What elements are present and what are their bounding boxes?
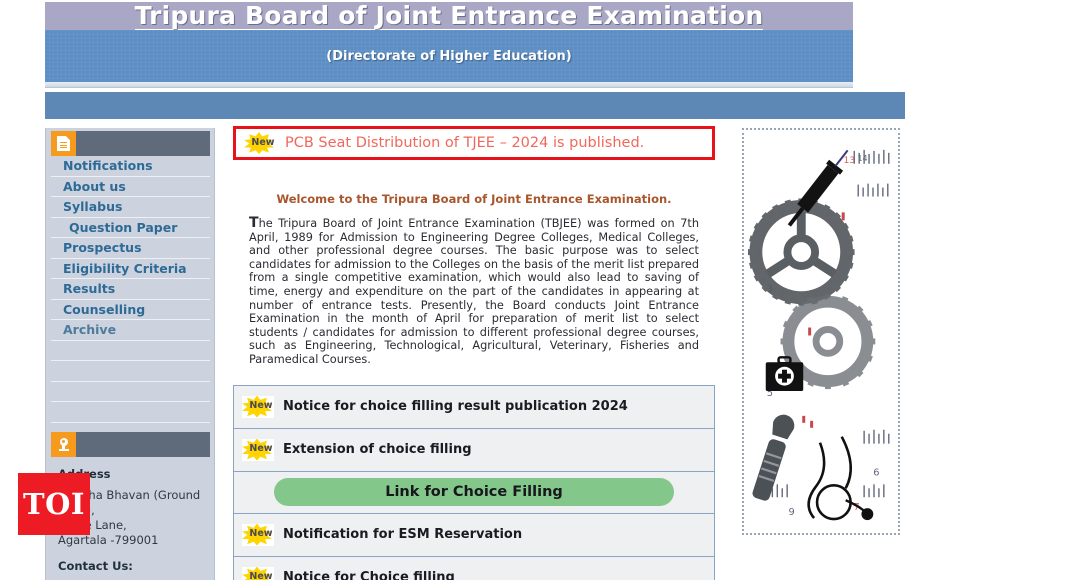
page-right-margin xyxy=(905,0,1069,580)
intro-paragraph-text: he Tripura Board of Joint Entrance Exami… xyxy=(249,217,699,366)
notice-label: Notice for Choice filling xyxy=(283,570,455,580)
sidebar-item-archive[interactable]: Archive xyxy=(51,320,210,341)
announcement-text: PCB Seat Distribution of TJEE – 2024 is … xyxy=(285,135,645,151)
site-header-subtitle-band: (Directorate of Higher Education) xyxy=(45,30,853,82)
page-title: Tripura Board of Joint Entrance Examinat… xyxy=(134,0,764,31)
sidebar-item-about-us[interactable]: About us xyxy=(51,177,210,197)
announcement-banner[interactable]: New PCB Seat Distribution of TJEE – 2024… xyxy=(233,126,715,160)
page-root: Tripura Board of Joint Entrance Examinat… xyxy=(0,0,1069,580)
new-star-icon: New xyxy=(242,395,274,418)
notice-label: Extension of choice filling xyxy=(283,442,472,458)
sidebar-section-header-links xyxy=(51,131,210,156)
sidebar-item-empty xyxy=(51,382,210,402)
notice-list: New Notice for choice filling result pub… xyxy=(233,384,715,580)
svg-text:13: 13 xyxy=(844,156,855,166)
new-badge-label: New xyxy=(249,443,273,455)
notice-row[interactable]: New Extension of choice filling xyxy=(234,428,714,472)
new-star-icon: New xyxy=(242,523,274,546)
sidebar-section-header-address xyxy=(51,431,210,457)
new-badge-label: New xyxy=(249,528,273,540)
sidebar-image-panel: 13 14 3 5 6 7 9 xyxy=(742,128,900,535)
new-badge-label: New xyxy=(251,136,275,148)
sidebar-item-empty xyxy=(51,361,210,382)
intro-dropcap: T xyxy=(249,215,259,231)
new-star-icon: New xyxy=(242,566,274,580)
notice-row[interactable]: New Notice for choice filling result pub… xyxy=(234,385,714,429)
sidebar-item-counselling[interactable]: Counselling xyxy=(51,300,210,320)
notice-row-button: Link for Choice Filling xyxy=(234,471,714,514)
sidebar-item-notifications[interactable]: Notifications xyxy=(51,156,210,177)
sidebar-item-prospectus[interactable]: Prospectus xyxy=(51,238,210,259)
new-badge-label: New xyxy=(249,400,273,412)
intro-paragraph: The Tripura Board of Joint Entrance Exam… xyxy=(249,215,699,367)
link-for-choice-filling-button[interactable]: Link for Choice Filling xyxy=(274,478,674,507)
svg-text:9: 9 xyxy=(788,507,794,518)
contact-heading: Contact Us: xyxy=(58,558,133,573)
page-subtitle: (Directorate of Higher Education) xyxy=(326,48,572,64)
new-star-icon: New xyxy=(244,132,276,154)
sidebar-nav-list: Notifications About us Syllabus Question… xyxy=(51,156,210,423)
sidebar-item-empty xyxy=(51,341,210,361)
gears-medical-engineering-collage: 13 14 3 5 6 7 9 xyxy=(747,133,895,530)
main-navbar[interactable] xyxy=(45,92,905,119)
sidebar-item-eligibility-criteria[interactable]: Eligibility Criteria xyxy=(51,259,210,279)
header-divider xyxy=(45,82,853,88)
notice-row[interactable]: New Notice for Choice filling xyxy=(234,556,714,580)
sidebar-item-question-paper[interactable]: Question Paper xyxy=(51,218,210,238)
new-star-icon: New xyxy=(242,438,274,461)
notice-label: Notification for ESM Reservation xyxy=(283,527,523,543)
sidebar-item-empty xyxy=(51,402,210,423)
notice-label: Notice for choice filling result publica… xyxy=(283,399,628,415)
svg-text:14: 14 xyxy=(858,154,868,163)
new-badge-label: New xyxy=(249,571,273,580)
svg-text:6: 6 xyxy=(873,467,879,478)
toi-watermark-logo: TOI xyxy=(18,473,90,535)
sidebar-item-results[interactable]: Results xyxy=(51,279,210,300)
document-icon xyxy=(51,131,76,156)
sidebar-item-syllabus[interactable]: Syllabus xyxy=(51,197,210,218)
main-content: New PCB Seat Distribution of TJEE – 2024… xyxy=(233,120,715,580)
content-shell: Notifications About us Syllabus Question… xyxy=(45,120,905,580)
site-header-title-band: Tripura Board of Joint Entrance Examinat… xyxy=(45,0,853,31)
welcome-heading: Welcome to the Tripura Board of Joint En… xyxy=(276,192,672,206)
notice-row[interactable]: New Notification for ESM Reservation xyxy=(234,513,714,557)
location-pin-icon xyxy=(51,431,76,457)
